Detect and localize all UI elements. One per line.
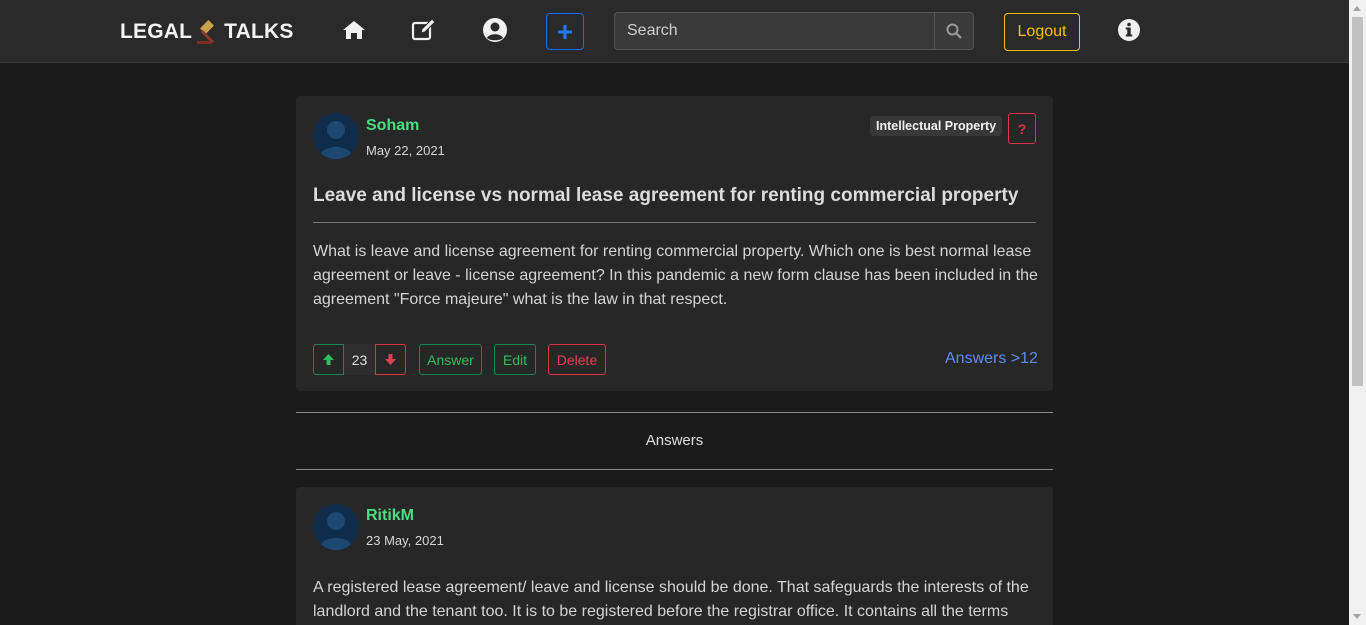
downvote-button[interactable] bbox=[375, 344, 406, 375]
question-date: May 22, 2021 bbox=[366, 143, 445, 158]
scroll-up-arrow-icon[interactable] bbox=[1353, 6, 1361, 11]
arrow-down-icon bbox=[385, 354, 396, 365]
brand-text-right: TALKS bbox=[224, 20, 294, 43]
avatar[interactable] bbox=[313, 113, 359, 159]
brand-logo[interactable]: LEGAL TALKS bbox=[120, 18, 294, 46]
arrow-up-icon bbox=[323, 354, 334, 365]
answers-count-link[interactable]: Answers >12 bbox=[945, 350, 1038, 368]
answer-button[interactable]: Answer bbox=[419, 344, 482, 375]
answer-body: A registered lease agreement/ leave and … bbox=[313, 579, 1029, 620]
edit-icon[interactable] bbox=[409, 15, 439, 45]
plus-icon bbox=[558, 24, 572, 39]
delete-button[interactable]: Delete bbox=[548, 344, 606, 375]
category-badge[interactable]: Intellectual Property bbox=[870, 116, 1003, 136]
answers-divider-bottom bbox=[296, 469, 1053, 470]
page-scrollbar[interactable] bbox=[1349, 0, 1366, 625]
user-circle-icon[interactable] bbox=[480, 15, 510, 45]
add-question-button[interactable] bbox=[546, 13, 584, 50]
question-title: Leave and license vs normal lease agreem… bbox=[313, 185, 1019, 206]
edit-button[interactable]: Edit bbox=[494, 344, 536, 375]
divider bbox=[313, 222, 1036, 223]
search-input[interactable] bbox=[614, 12, 934, 50]
navbar: LEGAL TALKS Search Logout bbox=[0, 0, 1349, 63]
question-type-button[interactable]: ? bbox=[1008, 113, 1036, 144]
home-icon[interactable] bbox=[339, 15, 369, 45]
search-form bbox=[614, 12, 974, 50]
answer-date: 23 May, 2021 bbox=[366, 533, 444, 548]
question-card: Soham May 22, 2021 Intellectual Property… bbox=[296, 96, 1053, 391]
upvote-button[interactable] bbox=[313, 344, 344, 375]
avatar[interactable] bbox=[313, 504, 359, 550]
answer-card: RitikM 23 May, 2021 A registered lease a… bbox=[296, 487, 1053, 625]
search-button[interactable] bbox=[934, 12, 974, 50]
gavel-icon bbox=[193, 17, 223, 47]
search-icon bbox=[946, 23, 962, 39]
info-icon[interactable] bbox=[1114, 15, 1144, 45]
question-author[interactable]: Soham bbox=[366, 117, 419, 135]
brand-text-left: LEGAL bbox=[120, 20, 193, 43]
scroll-thumb[interactable] bbox=[1352, 17, 1363, 386]
vote-count: 23 bbox=[344, 344, 375, 375]
question-body: What is leave and license agreement for … bbox=[313, 243, 1038, 308]
logout-button[interactable]: Logout bbox=[1004, 13, 1080, 51]
answers-heading: Answers bbox=[645, 432, 704, 449]
scroll-down-arrow-icon[interactable] bbox=[1353, 614, 1361, 619]
answers-divider-top bbox=[296, 412, 1053, 413]
answer-author[interactable]: RitikM bbox=[366, 507, 414, 525]
